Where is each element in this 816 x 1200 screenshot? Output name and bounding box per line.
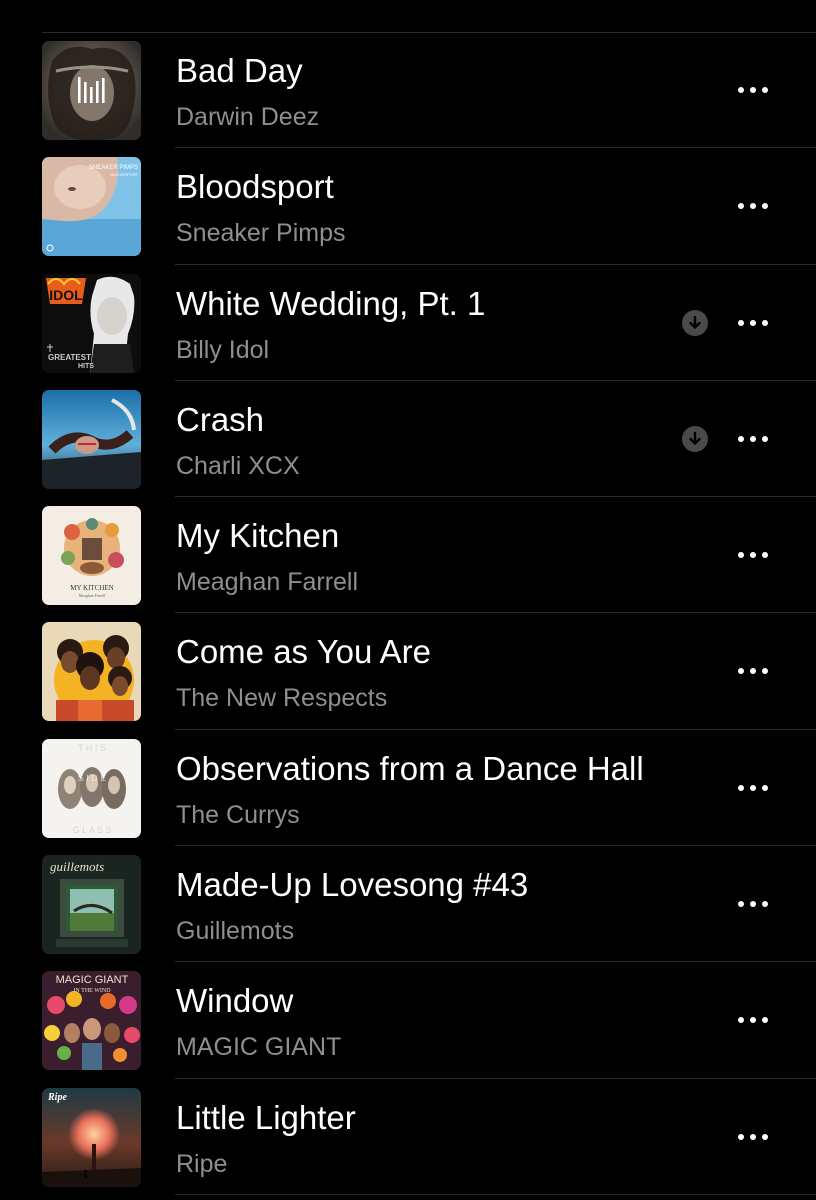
track-title: Come as You Are — [176, 633, 432, 671]
track-artist: Charli XCX — [176, 451, 300, 480]
track-row[interactable]: T H I S S I D E G L A S S Observations f… — [0, 730, 816, 847]
more-options-button[interactable] — [728, 543, 778, 567]
track-artist: Meaghan Farrell — [176, 568, 359, 597]
track-row[interactable]: IDOL GREATEST HITS White Wedding, Pt. 1 … — [0, 265, 816, 381]
art-text: BLOODSPORT — [110, 172, 138, 177]
download-arrow-icon — [682, 309, 708, 336]
album-art-crash — [42, 389, 141, 489]
more-options-button[interactable] — [728, 78, 778, 102]
art-text: SNEAKER PIMPS — [89, 165, 138, 171]
album-art-bloodsport: SNEAKER PIMPS BLOODSPORT — [42, 157, 141, 257]
album-art-this-side-glass: T H I S S I D E G L A S S — [42, 738, 141, 838]
track-artist: Billy Idol — [176, 335, 270, 364]
album-art-bad-day — [42, 41, 141, 140]
track-artist: Darwin Deez — [176, 103, 320, 131]
album-art-magic-giant: MAGIC GIANT IN THE WIND — [42, 971, 141, 1071]
track-title: Crash — [176, 400, 265, 438]
track-artist: MAGIC GIANT — [176, 1033, 342, 1062]
more-options-button[interactable] — [728, 311, 778, 335]
track-row[interactable]: Ripe Little Lighter Ripe — [0, 1079, 816, 1195]
track-title: Window — [176, 982, 294, 1020]
download-arrow-icon — [682, 425, 708, 452]
track-artist: Guillemots — [176, 917, 295, 946]
album-art-guillemots: guillemots — [42, 855, 141, 955]
track-title: Bloodsport — [176, 168, 334, 206]
more-options-button[interactable] — [728, 427, 778, 451]
more-options-button[interactable] — [728, 776, 778, 800]
art-text: guillemots — [50, 859, 104, 874]
track-row[interactable]: guillemots Made-Up Lovesong #43 Guillemo… — [0, 846, 816, 963]
track-artist: Sneaker Pimps — [176, 219, 346, 248]
more-options-button[interactable] — [728, 194, 778, 218]
track-row[interactable]: SNEAKER PIMPS BLOODSPORT Bloodsport Snea… — [0, 148, 816, 265]
art-text: Meaghan Farrell — [79, 593, 106, 598]
track-title: Made-Up Lovesong #43 — [176, 866, 529, 904]
album-art-little-lighter: Ripe — [42, 1087, 141, 1187]
track-artist: The New Respects — [176, 684, 388, 713]
track-row[interactable]: Crash Charli XCX — [0, 381, 816, 498]
track-row[interactable]: MAGIC GIANT IN THE WIND Window MAGIC GIA… — [0, 962, 816, 1079]
row-divider — [175, 1193, 816, 1195]
art-text: S I D E — [78, 773, 107, 783]
art-text: IDOL — [49, 287, 83, 303]
art-text: Ripe — [47, 1092, 67, 1103]
more-options-button[interactable] — [728, 892, 778, 916]
art-text: T H I S — [78, 743, 106, 753]
album-art-my-kitchen: MY KITCHEN Meaghan Farrell — [42, 506, 141, 606]
art-text: MAGIC GIANT — [56, 974, 129, 986]
art-text: GREATEST — [48, 353, 91, 362]
art-text: G L A S S — [73, 825, 112, 835]
more-options-button[interactable] — [728, 1008, 778, 1032]
art-text: HITS — [78, 363, 94, 370]
art-text: IN THE WIND — [73, 988, 111, 994]
track-artist: Ripe — [176, 1149, 228, 1178]
track-title: Observations from a Dance Hall — [176, 749, 644, 787]
more-options-button[interactable] — [728, 1125, 778, 1149]
album-art-come-as-you-are — [42, 622, 141, 722]
track-artist: The Currys — [176, 800, 300, 829]
track-row[interactable]: Come as You Are The New Respects — [0, 613, 816, 730]
more-options-button[interactable] — [728, 659, 778, 683]
album-art-billy-idol-greatest-hits: IDOL GREATEST HITS — [42, 273, 141, 373]
track-title: Bad Day — [176, 52, 303, 89]
track-title: Little Lighter — [176, 1098, 356, 1136]
art-text: MY KITCHEN — [70, 584, 114, 592]
track-row[interactable]: MY KITCHEN Meaghan Farrell My Kitchen Me… — [0, 497, 816, 614]
equalizer-bars-icon — [78, 77, 105, 103]
track-title: White Wedding, Pt. 1 — [176, 284, 486, 322]
track-row[interactable]: Bad Day Darwin Deez — [0, 32, 816, 149]
track-list: Bad Day Darwin Deez SNEAKER PIMPS BLOODS… — [0, 32, 816, 1195]
track-title: My Kitchen — [176, 517, 340, 555]
